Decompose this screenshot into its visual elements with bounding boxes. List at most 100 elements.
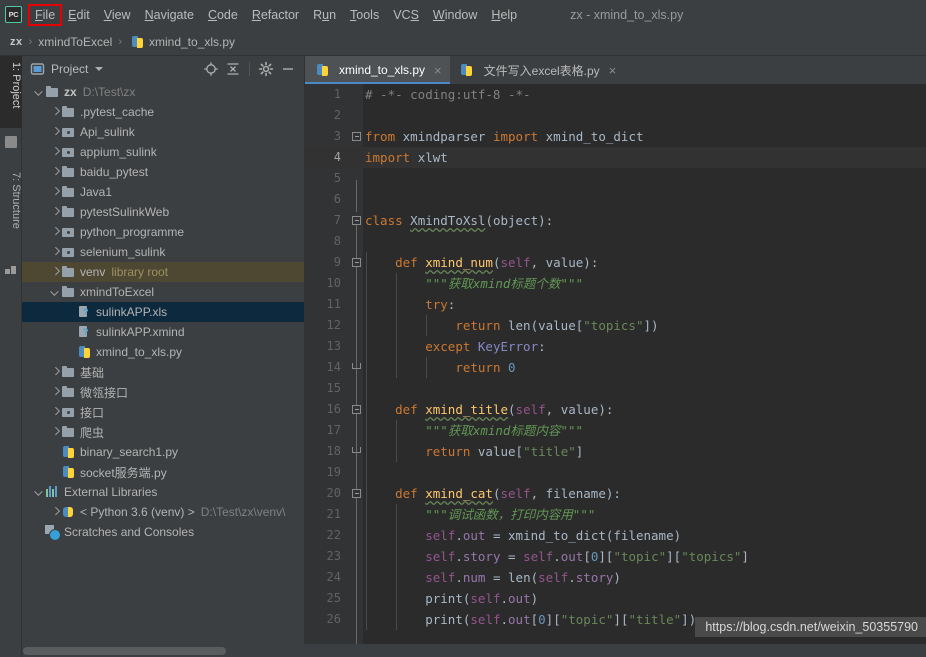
tree-row[interactable]: baidu_pytest — [22, 162, 304, 182]
line-number: 3 — [305, 126, 341, 147]
tree-row[interactable]: < Python 3.6 (venv) >D:\Test\zx\venv\ — [22, 502, 304, 522]
tree-row[interactable]: Java1 — [22, 182, 304, 202]
tree-toggle-collapsed-icon[interactable] — [50, 267, 61, 278]
code-line[interactable]: 18 return value["title"] — [305, 441, 926, 462]
scratches-icon — [45, 525, 60, 539]
tree-toggle-collapsed-icon[interactable] — [50, 127, 61, 138]
close-icon[interactable]: × — [434, 64, 442, 77]
tree-toggle-collapsed-icon[interactable] — [50, 167, 61, 178]
tree-row[interactable]: sulinkAPP.xls — [22, 302, 304, 322]
tree-toggle-expanded-icon[interactable] — [34, 87, 45, 98]
tree-row[interactable]: 接口 — [22, 402, 304, 422]
minimize-icon[interactable] — [278, 59, 298, 79]
code-line[interactable]: 10 """获取xmind标题个数""" — [305, 273, 926, 294]
editor-horizontal-scrollbar[interactable] — [305, 644, 926, 657]
code-line[interactable]: 4import xlwt — [305, 147, 926, 168]
code-line[interactable]: 25 print(self.out) — [305, 588, 926, 609]
code-line[interactable]: 9 def xmind_num(self, value): — [305, 252, 926, 273]
code-line[interactable]: 6 — [305, 189, 926, 210]
tree-row[interactable]: 基础 — [22, 362, 304, 382]
code-line[interactable]: 15 — [305, 378, 926, 399]
code-line[interactable]: 19 — [305, 462, 926, 483]
tree-row[interactable]: 爬虫 — [22, 422, 304, 442]
tree-toggle-collapsed-icon[interactable] — [50, 387, 61, 398]
breadcrumb-file[interactable]: xmind_to_xls.py — [149, 35, 235, 49]
tree-toggle-collapsed-icon[interactable] — [50, 107, 61, 118]
tree-toggle-expanded-icon[interactable] — [34, 487, 45, 498]
project-tree[interactable]: zxD:\Test\zx.pytest_cacheApi_sulinkappiu… — [22, 81, 304, 657]
menu-vcs[interactable]: VCS — [386, 5, 426, 25]
breadcrumb-root[interactable]: zx — [10, 36, 23, 48]
code-line[interactable]: 21 """调试函数，打印内容用""" — [305, 504, 926, 525]
code-editor[interactable]: 1# -*- coding:utf-8 -*-23from xmindparse… — [305, 84, 926, 644]
code-line[interactable]: 22 self.out = xmind_to_dict(filename) — [305, 525, 926, 546]
gear-icon[interactable] — [256, 59, 276, 79]
menu-help[interactable]: Help — [484, 5, 524, 25]
tree-row[interactable]: venvlibrary root — [22, 262, 304, 282]
tree-row[interactable]: Api_sulink — [22, 122, 304, 142]
code-line[interactable]: 13 except KeyError: — [305, 336, 926, 357]
tree-toggle-collapsed-icon[interactable] — [50, 427, 61, 438]
code-text: self.num = len(self.story) — [365, 567, 621, 588]
code-line[interactable]: 24 self.num = len(self.story) — [305, 567, 926, 588]
tree-toggle-collapsed-icon[interactable] — [50, 507, 61, 518]
code-line[interactable]: 11 try: — [305, 294, 926, 315]
chevron-down-icon[interactable] — [95, 67, 103, 71]
code-line[interactable]: 2 — [305, 105, 926, 126]
tree-row[interactable]: xmindToExcel — [22, 282, 304, 302]
scrollbar-thumb[interactable] — [23, 647, 226, 655]
tree-row[interactable]: appium_sulink — [22, 142, 304, 162]
menu-refactor[interactable]: Refactor — [245, 5, 306, 25]
breadcrumb-folder[interactable]: xmindToExcel — [38, 35, 112, 49]
menu-window[interactable]: Window — [426, 5, 484, 25]
tree-row[interactable]: sulinkAPP.xmind — [22, 322, 304, 342]
tree-row[interactable]: python_programme — [22, 222, 304, 242]
tree-row[interactable]: socket服务端.py — [22, 462, 304, 482]
code-line[interactable]: 7class XmindToXsl(object): — [305, 210, 926, 231]
menu-navigate[interactable]: Navigate — [138, 5, 201, 25]
breadcrumb: zx › xmindToExcel › xmind_to_xls.py — [0, 29, 926, 56]
code-line[interactable]: 12 return len(value["topics"]) — [305, 315, 926, 336]
tree-toggle-collapsed-icon[interactable] — [50, 187, 61, 198]
code-line[interactable]: 16 def xmind_title(self, value): — [305, 399, 926, 420]
tree-toggle-collapsed-icon[interactable] — [50, 367, 61, 378]
menu-run[interactable]: Run — [306, 5, 343, 25]
tree-toggle-collapsed-icon[interactable] — [50, 247, 61, 258]
tree-row[interactable]: 微瓴接口 — [22, 382, 304, 402]
menu-file[interactable]: File — [29, 5, 61, 25]
tree-row[interactable]: pytestSulinkWeb — [22, 202, 304, 222]
locate-icon[interactable] — [201, 59, 221, 79]
tree-row[interactable]: xmind_to_xls.py — [22, 342, 304, 362]
code-line[interactable]: 14 return 0 — [305, 357, 926, 378]
tree-row[interactable]: Scratches and Consoles — [22, 522, 304, 542]
code-line[interactable]: 5 — [305, 168, 926, 189]
code-line[interactable]: 20 def xmind_cat(self, filename): — [305, 483, 926, 504]
tree-row[interactable]: .pytest_cache — [22, 102, 304, 122]
code-line[interactable]: 23 self.story = self.out[0]["topic"]["to… — [305, 546, 926, 567]
tree-toggle-collapsed-icon[interactable] — [50, 147, 61, 158]
menu-code[interactable]: Code — [201, 5, 245, 25]
tree-row[interactable]: selenium_sulink — [22, 242, 304, 262]
tree-row[interactable]: zxD:\Test\zx — [22, 82, 304, 102]
code-lines[interactable]: 1# -*- coding:utf-8 -*-23from xmindparse… — [305, 84, 926, 644]
project-horizontal-scrollbar[interactable] — [22, 644, 305, 657]
code-line[interactable]: 8 — [305, 231, 926, 252]
code-line[interactable]: 3from xmindparser import xmind_to_dict — [305, 126, 926, 147]
tree-toggle-expanded-icon[interactable] — [50, 287, 61, 298]
tree-row[interactable]: binary_search1.py — [22, 442, 304, 462]
code-line[interactable]: 17 """获取xmind标题内容""" — [305, 420, 926, 441]
close-icon[interactable]: × — [609, 64, 617, 77]
tool-tab-project[interactable]: 1: Project — [0, 56, 22, 128]
tree-toggle-collapsed-icon[interactable] — [50, 407, 61, 418]
collapse-all-icon[interactable] — [223, 59, 243, 79]
tree-toggle-collapsed-icon[interactable] — [50, 207, 61, 218]
menu-view[interactable]: View — [97, 5, 138, 25]
tree-row[interactable]: External Libraries — [22, 482, 304, 502]
editor-tab[interactable]: xmind_to_xls.py× — [305, 56, 450, 84]
code-line[interactable]: 1# -*- coding:utf-8 -*- — [305, 84, 926, 105]
menu-edit[interactable]: Edit — [61, 5, 97, 25]
tool-tab-structure[interactable]: 7: Structure — [0, 166, 22, 256]
menu-tools[interactable]: Tools — [343, 5, 386, 25]
tree-toggle-collapsed-icon[interactable] — [50, 227, 61, 238]
editor-tab[interactable]: 文件写入excel表格.py× — [450, 56, 625, 84]
